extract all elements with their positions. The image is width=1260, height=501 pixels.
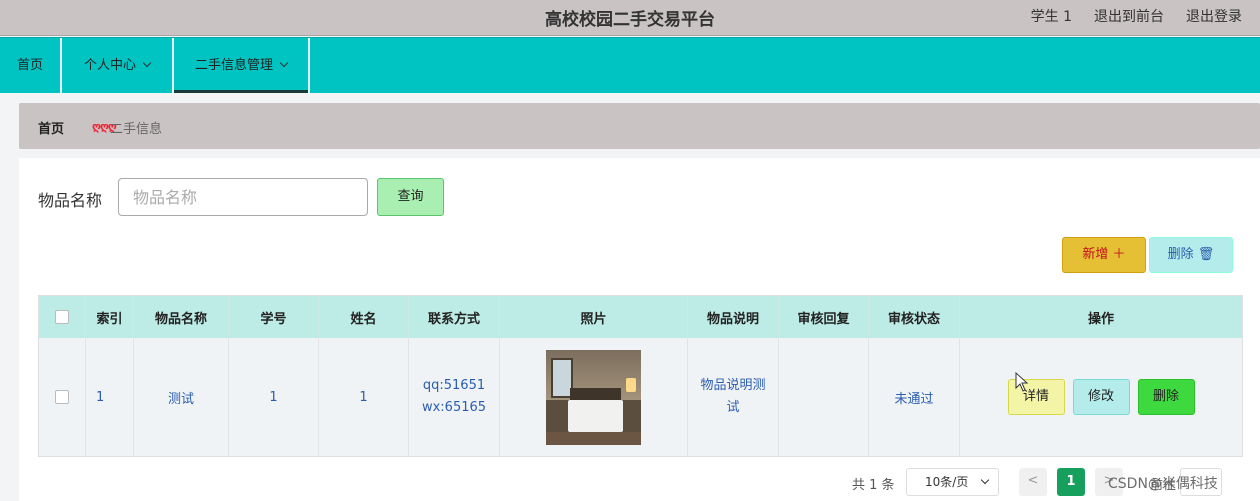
nav-item-personal-center[interactable]: 个人中心 bbox=[62, 38, 172, 94]
edit-button[interactable]: 修改 bbox=[1072, 379, 1130, 415]
cell-photo bbox=[500, 338, 688, 456]
cell-item-name: 测试 bbox=[134, 338, 229, 456]
breadcrumb: 首页 ღღღ 二手信息 bbox=[19, 103, 1260, 149]
watermark: CSDN@米偶科技 bbox=[1108, 476, 1218, 492]
column-header: 姓名 bbox=[319, 296, 409, 338]
query-button[interactable]: 查询 bbox=[377, 178, 444, 216]
pagination-total: 共 1 条 bbox=[852, 478, 895, 493]
column-header: 物品说明 bbox=[688, 296, 779, 338]
column-header: 学号 bbox=[229, 296, 319, 338]
header-select-all bbox=[39, 296, 86, 338]
column-header: 物品名称 bbox=[134, 296, 229, 338]
cell-student-name: 1 bbox=[319, 338, 409, 456]
batch-delete-button[interactable]: 删除 🗑 bbox=[1149, 237, 1233, 273]
breadcrumb-home[interactable]: 首页 bbox=[38, 118, 64, 137]
page-size-value: 10条/页 bbox=[925, 475, 969, 489]
chevron-down-icon bbox=[279, 58, 289, 68]
header-actions: 学生 1 退出到前台 退出登录 bbox=[1031, 6, 1242, 26]
mouse-cursor-icon bbox=[1015, 372, 1029, 392]
delete-button[interactable]: 删除 bbox=[1137, 379, 1195, 415]
cell-index: 1 bbox=[86, 338, 134, 456]
contact-qq: qq:51651 bbox=[422, 378, 486, 393]
prev-page-button[interactable]: < bbox=[1019, 468, 1047, 496]
search-input[interactable] bbox=[118, 178, 368, 216]
cell-contact: qq:51651 wx:65165 bbox=[409, 338, 500, 456]
cell-description: 物品说明测 试 bbox=[688, 338, 779, 456]
nav-item-label: 二手信息管理 bbox=[194, 58, 273, 73]
nav-active-indicator bbox=[174, 90, 308, 93]
column-header: 审核状态 bbox=[869, 296, 960, 338]
logout-link[interactable]: 退出登录 bbox=[1186, 6, 1242, 26]
cell-operations: 详情 修改 删除 bbox=[960, 338, 1242, 456]
select-all-checkbox[interactable] bbox=[55, 310, 69, 324]
main-nav: 首页 个人中心 二手信息管理 bbox=[0, 37, 1260, 94]
chevron-down-icon bbox=[142, 58, 152, 68]
cell-review-reply bbox=[779, 338, 869, 456]
table-row: 1 测试 1 1 qq:51651 wx:65165 物品说明测 试 未通过 详… bbox=[39, 338, 1242, 456]
cell-student-id: 1 bbox=[229, 338, 319, 456]
row-select bbox=[39, 338, 86, 456]
nav-item-label: 首页 bbox=[16, 58, 43, 73]
column-header: 联系方式 bbox=[409, 296, 500, 338]
table-header: 索引 物品名称 学号 姓名 联系方式 照片 物品说明 审核回复 审核状态 操作 bbox=[39, 296, 1242, 338]
description-line: 物品说明测 bbox=[700, 378, 766, 393]
search-label: 物品名称 bbox=[38, 191, 103, 210]
column-header: 操作 bbox=[1087, 311, 1114, 327]
nav-divider bbox=[308, 38, 310, 94]
column-header: 照片 bbox=[500, 296, 688, 338]
nav-item-label: 个人中心 bbox=[83, 58, 136, 73]
nav-item-home[interactable]: 首页 bbox=[0, 38, 60, 94]
breadcrumb-current: 二手信息 bbox=[110, 122, 163, 137]
chevron-down-icon bbox=[981, 475, 990, 485]
row-checkbox[interactable] bbox=[55, 390, 69, 404]
column-header: 索引 bbox=[86, 296, 134, 338]
current-user[interactable]: 学生 1 bbox=[1031, 6, 1072, 26]
page-size-select[interactable]: 10条/页 bbox=[906, 468, 999, 496]
nav-item-secondhand-management[interactable]: 二手信息管理 bbox=[174, 38, 308, 94]
data-table: 索引 物品名称 学号 姓名 联系方式 照片 物品说明 审核回复 审核状态 操作 … bbox=[38, 295, 1243, 457]
column-header: 审核回复 bbox=[779, 296, 869, 338]
page-number-button[interactable]: 1 bbox=[1057, 468, 1085, 496]
description-line: 试 bbox=[726, 400, 740, 415]
top-header: 高校校园二手交易平台 学生 1 退出到前台 退出登录 bbox=[0, 0, 1260, 36]
back-to-front-link[interactable]: 退出到前台 bbox=[1094, 6, 1164, 26]
item-photo[interactable] bbox=[546, 349, 641, 445]
contact-wx: wx:65165 bbox=[421, 400, 487, 415]
add-button[interactable]: 新增 ＋ bbox=[1062, 237, 1146, 273]
cell-review-status: 未通过 bbox=[869, 338, 960, 456]
